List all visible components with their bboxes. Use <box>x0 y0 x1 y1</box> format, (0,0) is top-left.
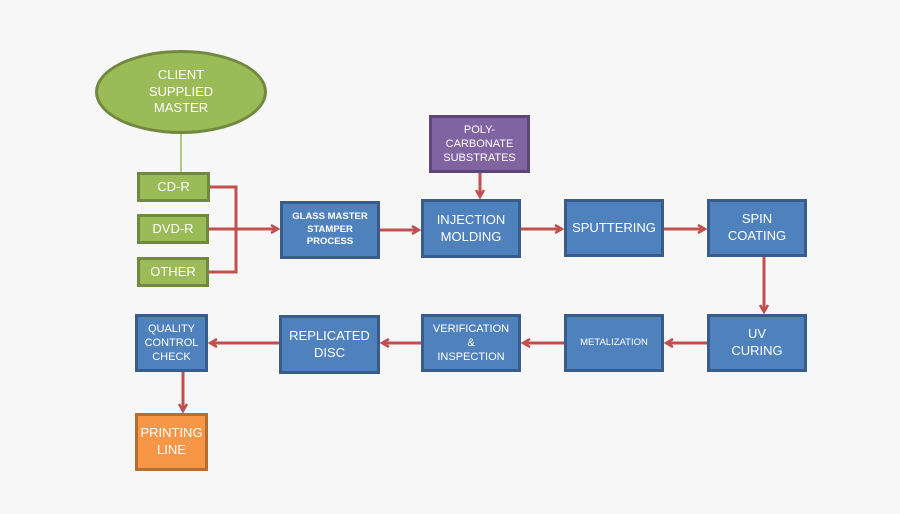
dvd-r-node: DVD-R <box>137 214 209 244</box>
polycarbonate-substrates-node: POLY- CARBONATE SUBSTRATES <box>429 115 530 173</box>
metalization-node: METALIZATION <box>564 314 664 372</box>
uv-curing-node: UV CURING <box>707 314 807 372</box>
client-supplied-master-node: CLIENT SUPPLIED MASTER <box>95 50 267 134</box>
glass-master-stamper-node: GLASS MASTER STAMPER PROCESS <box>280 201 380 259</box>
quality-control-check-node: QUALITY CONTROL CHECK <box>135 314 208 372</box>
other-node: OTHER <box>137 257 209 287</box>
sputtering-node: SPUTTERING <box>564 199 664 257</box>
printing-line-node: PRINTING LINE <box>135 413 208 471</box>
verification-inspection-node: VERIFICATION & INSPECTION <box>421 314 521 372</box>
spin-coating-node: SPIN COATING <box>707 199 807 257</box>
replicated-disc-node: REPLICATED DISC <box>279 315 380 374</box>
cd-r-node: CD-R <box>137 172 210 202</box>
injection-molding-node: INJECTION MOLDING <box>421 199 521 258</box>
